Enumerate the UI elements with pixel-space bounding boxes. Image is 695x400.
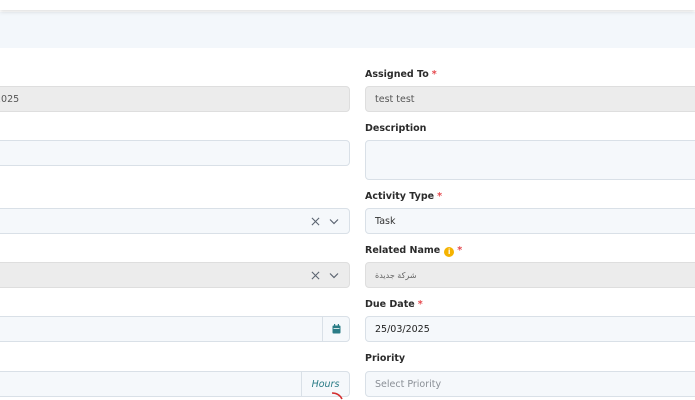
assigned-to-value: test test <box>375 93 415 105</box>
left-date-field[interactable]: 2025 <box>0 86 350 112</box>
chevron-down-icon[interactable] <box>329 218 339 225</box>
info-icon[interactable]: i <box>444 247 455 257</box>
top-bar <box>0 0 695 10</box>
left-date-picker-field[interactable] <box>0 316 350 342</box>
close-icon[interactable] <box>311 271 320 280</box>
left-duration-field[interactable]: Hours <box>0 371 350 397</box>
related-name-label: Related Name i * <box>365 245 463 257</box>
activity-type-label: Activity Type * <box>365 191 443 202</box>
calendar-icon <box>332 324 340 334</box>
assigned-to-field[interactable]: test test <box>365 86 695 112</box>
activity-type-value: Task <box>375 215 396 227</box>
section-header-band <box>0 12 695 48</box>
chevron-down-icon[interactable] <box>329 272 339 279</box>
left-text-field[interactable] <box>0 140 350 166</box>
due-date-field[interactable]: 25/03/2025 <box>365 316 695 342</box>
left-disabled-select-field[interactable] <box>0 262 350 288</box>
assigned-to-label: Assigned To * <box>365 69 437 80</box>
priority-placeholder: Select Priority <box>375 378 442 390</box>
related-name-value: شركة جديدة <box>375 270 417 280</box>
due-date-value: 25/03/2025 <box>375 323 430 335</box>
priority-label: Priority <box>365 353 406 364</box>
calendar-button[interactable] <box>322 317 349 341</box>
left-date-value: 2025 <box>0 93 20 105</box>
activity-type-select[interactable]: Task <box>365 208 695 234</box>
left-select-field[interactable] <box>0 208 350 234</box>
due-date-label: Due Date * <box>365 299 423 310</box>
description-textarea[interactable] <box>365 140 695 180</box>
priority-select[interactable]: Select Priority <box>365 371 695 397</box>
cursor-mark <box>331 392 343 400</box>
description-label: Description <box>365 123 427 134</box>
related-name-field[interactable]: شركة جديدة <box>365 262 695 288</box>
close-icon[interactable] <box>311 217 320 226</box>
